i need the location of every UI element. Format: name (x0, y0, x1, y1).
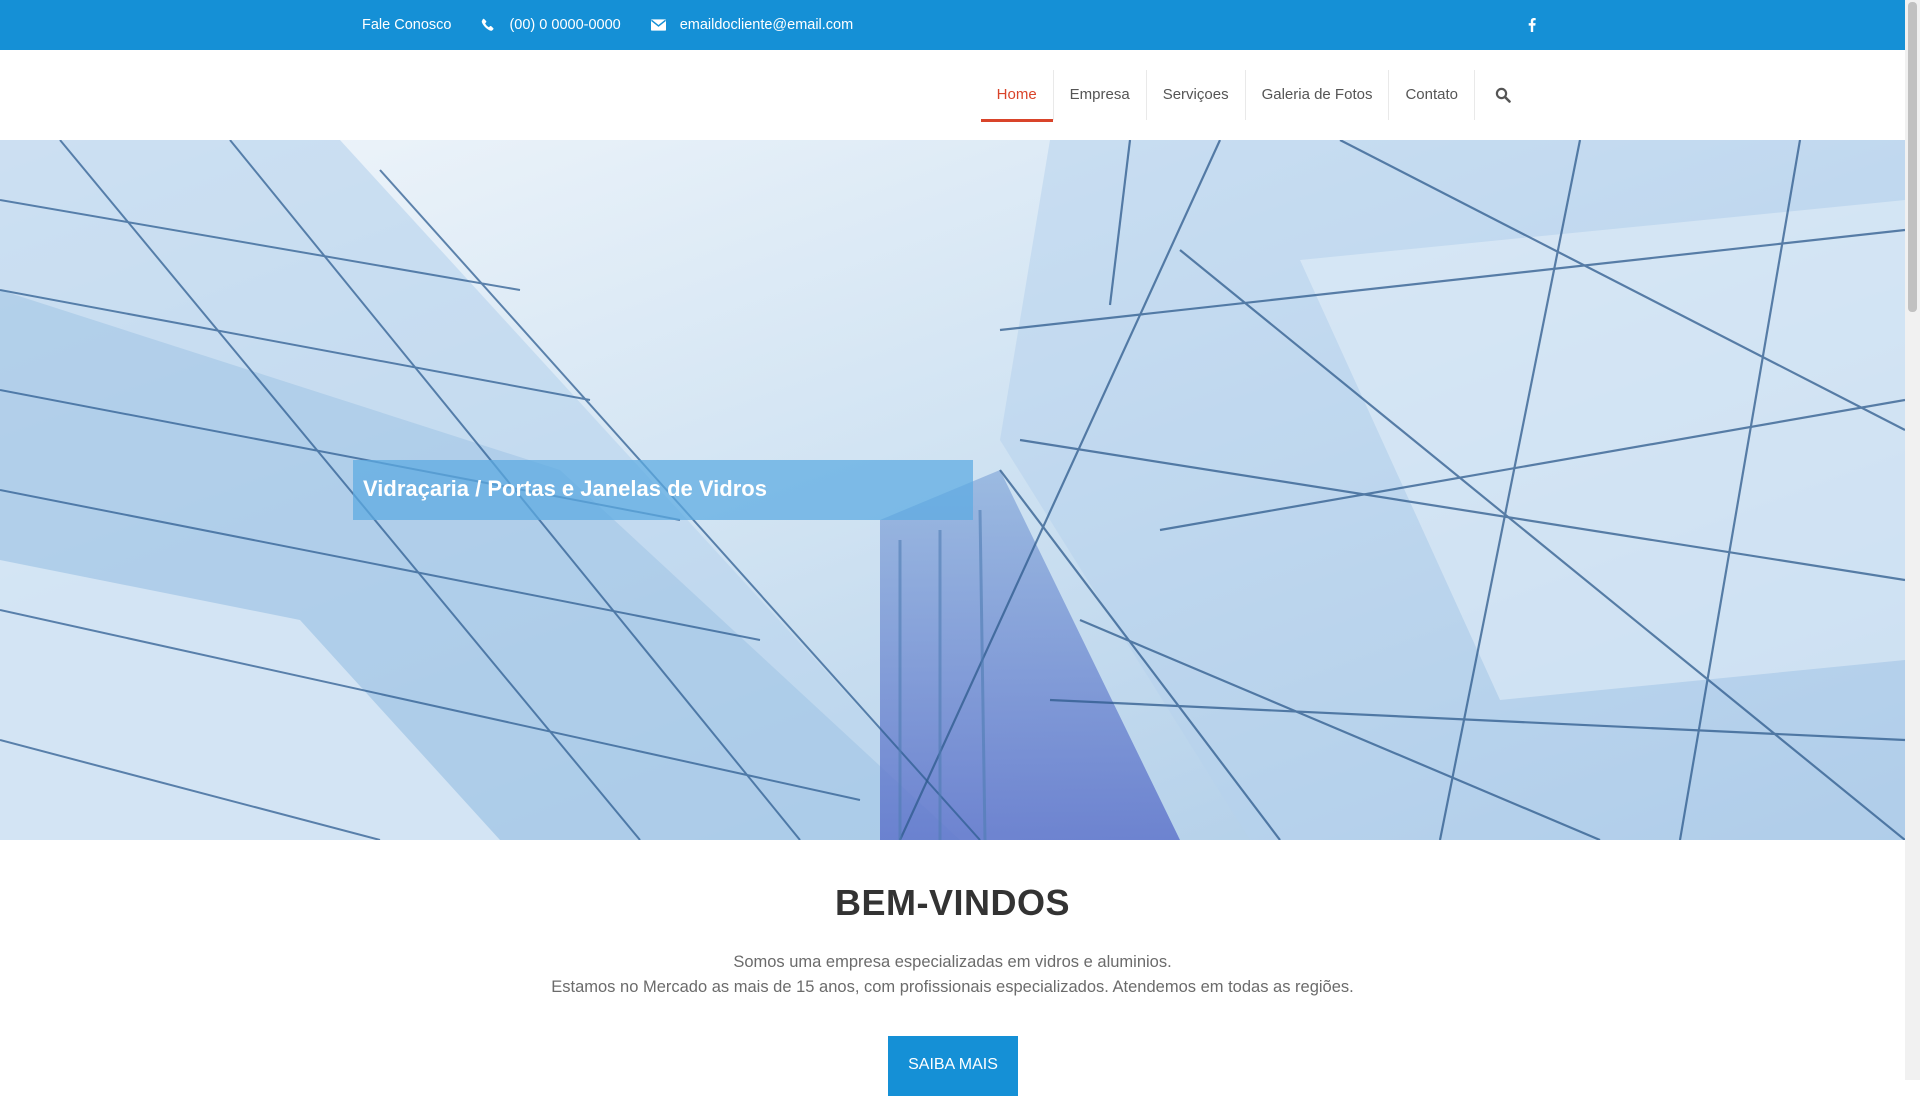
saiba-mais-button[interactable]: SAIBA MAIS (888, 1036, 1018, 1096)
page-scrollbar[interactable] (1905, 0, 1920, 1080)
nav-item-home[interactable]: Home (980, 70, 1054, 122)
search-button[interactable] (1475, 70, 1530, 120)
hero-banner: Vidraçaria / Portas e Janelas de Vidros (0, 140, 1905, 840)
facebook-icon (1528, 18, 1536, 32)
top-contact-bar: Fale Conosco (00) 0 0000-0000 emaildocli… (0, 0, 1905, 50)
facebook-link[interactable] (1524, 15, 1540, 35)
envelope-icon (650, 19, 666, 31)
main-header: Home Empresa Serviçoes Galeria de Fotos … (0, 50, 1905, 140)
nav-item-galeria[interactable]: Galeria de Fotos (1246, 70, 1390, 120)
welcome-text-line-1: Somos uma empresa especializadas em vidr… (733, 953, 1172, 971)
welcome-text-line-2: Estamos no Mercado as mais de 15 anos, c… (551, 978, 1354, 996)
nav-item-empresa[interactable]: Empresa (1054, 70, 1147, 120)
search-icon (1495, 87, 1511, 103)
phone-contact[interactable]: (00) 0 0000-0000 (481, 17, 621, 33)
welcome-title: BEM-VINDOS (834, 882, 1070, 923)
scrollbar-thumb[interactable] (1908, 2, 1917, 312)
main-navigation: Home Empresa Serviçoes Galeria de Fotos … (980, 70, 1530, 122)
nav-item-servicos[interactable]: Serviçoes (1147, 70, 1246, 120)
phone-icon (482, 18, 494, 31)
hero-caption: Vidraçaria / Portas e Janelas de Vidros (353, 460, 973, 520)
email-contact[interactable]: emaildocliente@email.com (650, 17, 853, 33)
contact-label: Fale Conosco (362, 17, 452, 33)
nav-item-contato[interactable]: Contato (1389, 70, 1475, 120)
welcome-section: BEM-VINDOS Somos uma empresa especializa… (0, 840, 1905, 1000)
